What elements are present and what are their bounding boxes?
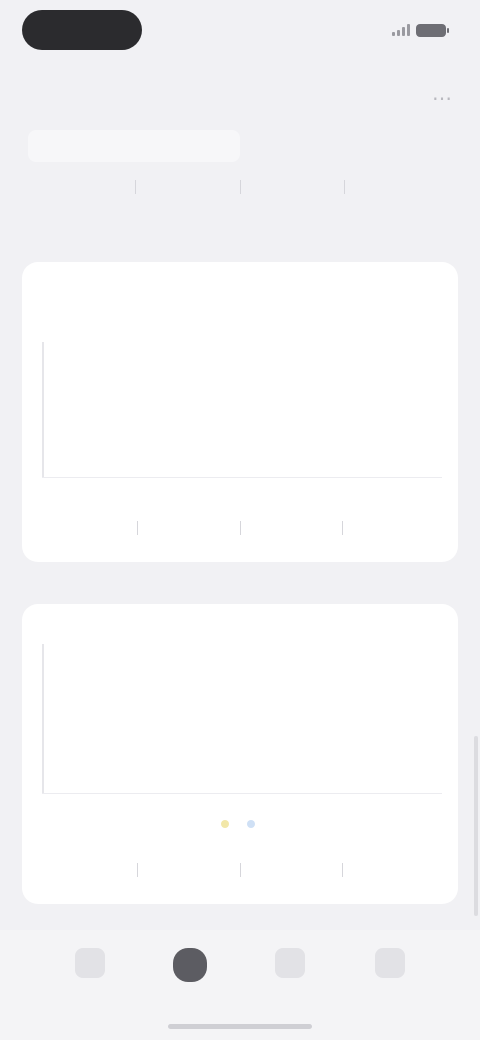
status-bar [0, 0, 480, 64]
divider [239, 521, 241, 535]
legend-swatch [247, 820, 255, 828]
segmented-control [28, 128, 452, 164]
more-icon[interactable]: ⋯ [430, 86, 454, 110]
tab-items [40, 948, 440, 1012]
y-axis [42, 644, 44, 794]
tab-list[interactable] [240, 948, 340, 1012]
x-axis [42, 477, 442, 478]
card-footer [36, 858, 444, 882]
divider [341, 521, 343, 535]
tab-chart[interactable] [140, 948, 240, 1012]
navigation-bar: ⋯ [0, 72, 480, 120]
divider [239, 863, 241, 877]
divider [137, 521, 139, 535]
summary-chart-card [22, 262, 458, 562]
card-footer [36, 516, 444, 540]
divider [135, 180, 137, 194]
legend-swatch [221, 820, 229, 828]
chart-icon [173, 948, 207, 982]
profile-icon [375, 948, 405, 978]
chart-legend [22, 820, 458, 828]
tab-home[interactable] [40, 948, 140, 1012]
segment-first[interactable] [28, 130, 240, 162]
home-indicator [168, 1024, 312, 1029]
segment-second[interactable] [240, 130, 452, 162]
divider [343, 180, 345, 194]
status-time-pill [22, 10, 142, 50]
chart-plot-area[interactable] [42, 342, 442, 478]
y-axis [42, 342, 44, 478]
battery-icon [416, 23, 449, 37]
detail-chart-card [22, 604, 458, 904]
tab-profile[interactable] [340, 948, 440, 1012]
period-selector [32, 172, 448, 202]
divider [239, 180, 241, 194]
signal-icon [392, 24, 410, 36]
status-indicators [392, 22, 449, 38]
list-icon [275, 948, 305, 978]
legend-item [221, 820, 233, 828]
x-axis-labels [62, 790, 442, 806]
divider [137, 863, 139, 877]
home-icon [75, 948, 105, 978]
divider [341, 863, 343, 877]
legend-item [247, 820, 259, 828]
chart-plot-area[interactable] [42, 644, 442, 794]
scrollbar[interactable] [474, 736, 478, 916]
x-axis-labels [62, 484, 442, 500]
